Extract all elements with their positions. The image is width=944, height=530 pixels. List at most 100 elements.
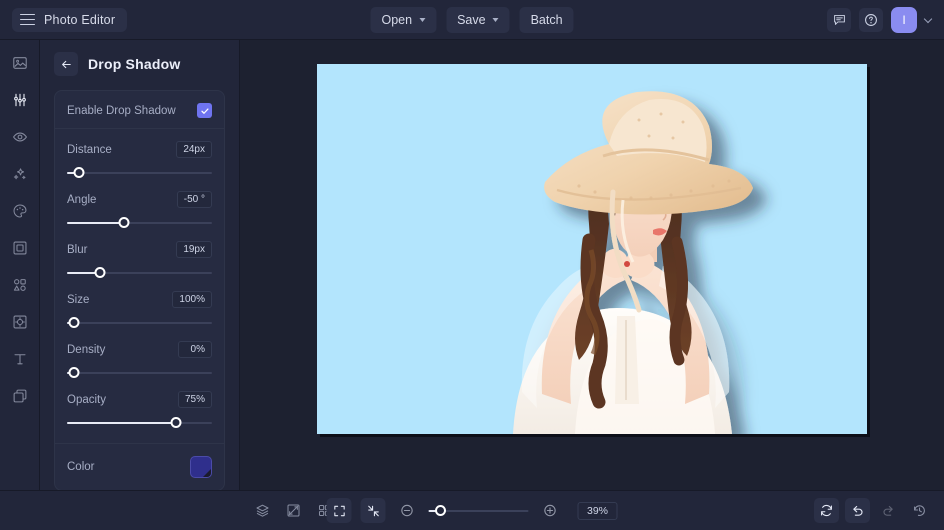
open-button[interactable]: Open xyxy=(370,6,437,33)
slider-size-track[interactable] xyxy=(67,317,212,329)
slider-opacity-thumb[interactable] xyxy=(170,417,182,428)
slider-density-label: Density xyxy=(67,343,106,356)
eye-icon xyxy=(12,132,27,142)
slider-density-thumb[interactable] xyxy=(68,367,80,378)
hamburger-icon xyxy=(20,13,35,26)
track-fill xyxy=(67,422,176,424)
slider-opacity-header: Opacity 75% xyxy=(67,391,212,408)
history-controls xyxy=(814,498,932,523)
history-clock-icon xyxy=(914,505,925,516)
canvas-stage[interactable] xyxy=(240,40,944,490)
redo-button[interactable] xyxy=(876,498,901,523)
zoom-slider-thumb[interactable] xyxy=(435,504,446,516)
slider-size-value[interactable]: 100% xyxy=(172,291,212,308)
zoom-out-button[interactable] xyxy=(395,498,420,523)
app-menu-button[interactable]: Photo Editor xyxy=(12,7,128,32)
slider-angle-value[interactable]: -50 ° xyxy=(176,191,212,208)
rail-item-crop[interactable] xyxy=(7,309,33,335)
sparkles-icon xyxy=(13,168,26,180)
top-center-actions: Open Save Batch xyxy=(370,6,574,33)
slider-opacity-value[interactable]: 75% xyxy=(177,391,212,408)
zoom-controls: 39% xyxy=(326,498,618,523)
slider-blur-track[interactable] xyxy=(67,267,212,279)
slider-blur-label: Blur xyxy=(67,243,88,256)
feedback-button[interactable] xyxy=(827,7,851,32)
zoom-level-value[interactable]: 39% xyxy=(577,501,618,520)
back-button[interactable] xyxy=(54,52,78,76)
slider-distance-header: Distance 24px xyxy=(67,141,212,158)
rail-item-effects[interactable] xyxy=(7,161,33,187)
save-button[interactable]: Save xyxy=(446,6,510,33)
slider-blur-value[interactable]: 19px xyxy=(176,241,212,258)
reset-button[interactable] xyxy=(814,498,839,523)
history-button[interactable] xyxy=(907,498,932,523)
track-background xyxy=(67,172,212,174)
chevron-down-icon xyxy=(492,17,499,22)
drop-shadow-card: Enable Drop Shadow Distance 24px Angle -… xyxy=(54,90,225,491)
rail-item-layers[interactable] xyxy=(7,383,33,409)
save-label: Save xyxy=(457,12,486,27)
sliders-icon xyxy=(13,93,26,107)
enable-drop-shadow-row[interactable]: Enable Drop Shadow xyxy=(55,93,224,129)
undo-arrow-icon xyxy=(853,505,863,516)
slider-distance-thumb[interactable] xyxy=(73,167,85,178)
enable-drop-shadow-checkbox[interactable] xyxy=(197,103,212,118)
layers-stack-icon xyxy=(13,389,26,403)
slider-distance-value[interactable]: 24px xyxy=(176,141,212,158)
plus-circle-icon xyxy=(544,504,556,517)
compare-split-icon xyxy=(287,504,300,517)
redo-arrow-icon xyxy=(883,505,893,516)
rail-item-retouch[interactable] xyxy=(7,124,33,150)
slider-angle-thumb[interactable] xyxy=(118,217,130,228)
slider-density-track[interactable] xyxy=(67,367,212,379)
comment-icon xyxy=(833,14,845,25)
track-fill xyxy=(67,222,124,224)
drop-shadow-panel: Drop Shadow Enable Drop Shadow Distance xyxy=(40,40,240,491)
rail-item-adjust[interactable] xyxy=(7,87,33,113)
rail-item-shapes[interactable] xyxy=(7,272,33,298)
rail-item-text[interactable] xyxy=(7,346,33,372)
slider-size-thumb[interactable] xyxy=(68,317,80,328)
photo-editor-app: Photo Editor Open Save Batch I Drop Shad… xyxy=(0,0,944,530)
help-button[interactable] xyxy=(859,7,883,32)
check-icon xyxy=(200,107,209,114)
rail-item-frame[interactable] xyxy=(7,235,33,261)
fit-screen-icon xyxy=(333,505,345,516)
slider-angle: Angle -50 ° xyxy=(67,179,212,229)
shapes-icon xyxy=(13,279,26,291)
rail-item-color[interactable] xyxy=(7,198,33,224)
subject-image xyxy=(513,91,753,434)
top-right-actions: I xyxy=(827,6,934,33)
slider-opacity-track[interactable] xyxy=(67,417,212,429)
zoom-in-button[interactable] xyxy=(538,498,563,523)
actual-size-button[interactable] xyxy=(360,498,386,523)
layers-button[interactable] xyxy=(250,498,275,523)
track-background xyxy=(67,372,212,374)
chevron-down-icon xyxy=(419,17,426,22)
compare-button[interactable] xyxy=(281,498,306,523)
zoom-slider[interactable] xyxy=(428,504,529,517)
account-chevron-down-icon[interactable] xyxy=(925,15,934,24)
track-background xyxy=(67,322,212,324)
avatar[interactable]: I xyxy=(891,6,917,33)
rail-item-image[interactable] xyxy=(7,50,33,76)
help-circle-icon xyxy=(865,13,877,26)
undo-button[interactable] xyxy=(845,498,870,523)
open-label: Open xyxy=(381,12,413,27)
main-body: Drop Shadow Enable Drop Shadow Distance xyxy=(0,40,944,491)
page-title: Drop Shadow xyxy=(88,56,181,72)
slider-opacity: Opacity 75% xyxy=(67,379,212,429)
crop-transform-icon xyxy=(13,315,26,329)
image-canvas[interactable] xyxy=(317,64,867,434)
slider-size: Size 100% xyxy=(67,279,212,329)
shadow-color-swatch[interactable] xyxy=(190,456,212,478)
app-title: Photo Editor xyxy=(44,12,116,27)
slider-density-value[interactable]: 0% xyxy=(178,341,212,358)
layers-icon xyxy=(256,504,269,517)
slider-blur-thumb[interactable] xyxy=(94,267,106,278)
slider-angle-track[interactable] xyxy=(67,217,212,229)
fit-to-screen-button[interactable] xyxy=(326,498,352,523)
batch-label: Batch xyxy=(530,12,563,27)
batch-button[interactable]: Batch xyxy=(519,6,574,33)
slider-distance-track[interactable] xyxy=(67,167,212,179)
